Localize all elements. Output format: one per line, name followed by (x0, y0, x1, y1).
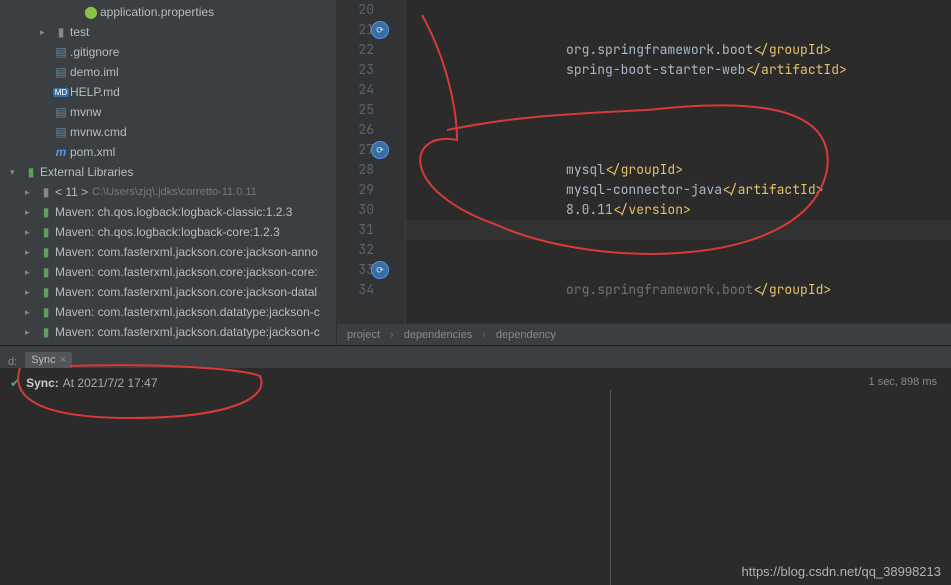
code-line[interactable] (406, 20, 951, 40)
tree-item[interactable]: ▸▮Maven: com.fasterxml.jackson.core:jack… (0, 282, 336, 302)
tree-item[interactable]: ▤.gitignore (0, 42, 336, 62)
close-icon[interactable]: × (60, 354, 66, 366)
breadcrumbs[interactable]: project›dependencies›dependency (337, 323, 951, 345)
tree-item[interactable]: ▾▮External Libraries (0, 162, 336, 182)
sync-label: Sync: (26, 376, 59, 390)
gutter-marker-icon[interactable]: ⟳ (371, 141, 389, 159)
tree-item[interactable]: ▸▮< 11 >C:\Users\zjq\.jdks\corretto-11.0… (0, 182, 336, 202)
line-number: 21 (337, 20, 374, 40)
tree-item[interactable]: ▸▮Maven: com.fasterxml.jackson.datatype:… (0, 302, 336, 322)
tree-item[interactable]: MDHELP.md (0, 82, 336, 102)
line-number: 25 (337, 100, 374, 120)
line-number: 31 (337, 220, 374, 240)
success-check-icon: ✔ (10, 376, 20, 390)
panel-group-label: d: (8, 356, 17, 368)
build-panel[interactable]: d: Sync × ✔ Sync: At 2021/7/2 17:47 1 se… (0, 345, 951, 585)
code-line[interactable] (406, 140, 951, 160)
code-line[interactable] (406, 240, 951, 260)
tree-item[interactable]: ▤mvnw (0, 102, 336, 122)
sync-time: At 2021/7/2 17:47 (63, 376, 158, 390)
code-line[interactable]: mysql-connector-java</artifactId> (406, 180, 951, 200)
tab-sync[interactable]: Sync × (25, 352, 72, 368)
gutter-marker-icon[interactable]: ⟳ (371, 261, 389, 279)
tree-item[interactable]: ▸▮Maven: com.fasterxml.jackson.core:jack… (0, 262, 336, 282)
code-line[interactable]: 8.0.11</version> (406, 200, 951, 220)
code-line[interactable] (406, 120, 951, 140)
code-line[interactable] (406, 100, 951, 120)
code-line[interactable]: org.springframework.boot</groupId> (406, 280, 951, 300)
fold-column (392, 0, 406, 323)
tree-item[interactable]: ▸▮test (0, 22, 336, 42)
code-line[interactable] (406, 220, 951, 240)
tree-item[interactable]: ▸▮Maven: com.fasterxml.jackson.datatype:… (0, 322, 336, 342)
tree-item[interactable]: ⬤application.properties (0, 2, 336, 22)
watermark: https://blog.csdn.net/qq_38998213 (742, 564, 942, 579)
line-number: 22 (337, 40, 374, 60)
line-number: 20 (337, 0, 374, 20)
sync-duration: 1 sec, 898 ms (869, 376, 937, 388)
sync-status-row[interactable]: ✔ Sync: At 2021/7/2 17:47 (10, 376, 941, 390)
line-number: 24 (337, 80, 374, 100)
line-number: 28 (337, 160, 374, 180)
breadcrumb-item[interactable]: dependency (496, 329, 556, 341)
tab-label: Sync (31, 354, 55, 366)
gutter-marker-icon[interactable]: ⟳ (371, 21, 389, 39)
tree-item[interactable]: ▸▮Maven: ch.qos.logback:logback-core:1.2… (0, 222, 336, 242)
line-number: 26 (337, 120, 374, 140)
panel-splitter[interactable] (610, 390, 611, 585)
tree-item[interactable]: ▤demo.iml (0, 62, 336, 82)
line-number: 29 (337, 180, 374, 200)
tree-item[interactable]: ▸▮Maven: ch.qos.logback:logback-classic:… (0, 202, 336, 222)
project-tree[interactable]: ⬤application.properties▸▮test▤.gitignore… (0, 0, 337, 345)
code-editor[interactable]: 202122232425262728293031323334 org.sprin… (337, 0, 951, 345)
line-number: 27 (337, 140, 374, 160)
code-line[interactable] (406, 260, 951, 280)
line-number: 30 (337, 200, 374, 220)
line-number: 32 (337, 240, 374, 260)
code-line[interactable] (406, 80, 951, 100)
code-line[interactable] (406, 0, 951, 20)
code-line[interactable]: mysql</groupId> (406, 160, 951, 180)
line-number: 23 (337, 60, 374, 80)
breadcrumb-item[interactable]: project (347, 329, 380, 341)
code-line[interactable]: org.springframework.boot</groupId> (406, 40, 951, 60)
tree-item[interactable]: ▸▮Maven: com.fasterxml.jackson.core:jack… (0, 242, 336, 262)
line-number: 34 (337, 280, 374, 300)
tree-item[interactable]: mpom.xml (0, 142, 336, 162)
line-number: 33 (337, 260, 374, 280)
code-body[interactable]: org.springframework.boot</groupId> sprin… (406, 0, 951, 323)
breadcrumb-item[interactable]: dependencies (404, 329, 473, 341)
code-line[interactable]: spring-boot-starter-web</artifactId> (406, 60, 951, 80)
tree-item[interactable]: ▤mvnw.cmd (0, 122, 336, 142)
